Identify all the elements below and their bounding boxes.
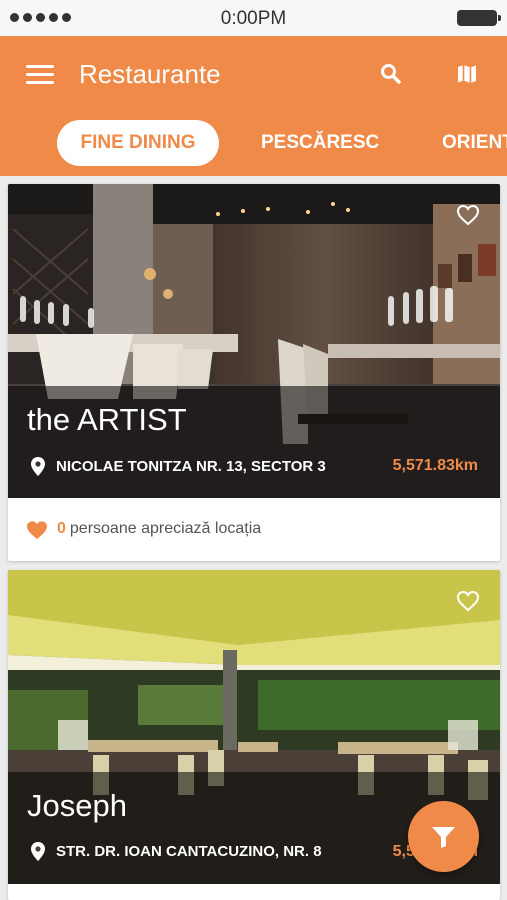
likes-label: persoane apreciază locația — [69, 520, 262, 537]
map-icon[interactable] — [455, 62, 479, 86]
favorite-heart-icon[interactable] — [456, 204, 480, 226]
menu-icon[interactable] — [26, 65, 54, 85]
restaurant-address: STR. DR. IOAN CANTACUZINO, NR. 8 — [56, 843, 322, 860]
app-bar: Restaurante FINE DINING PESCĂRESC ORIENT — [0, 36, 507, 176]
favorite-heart-icon[interactable] — [456, 590, 480, 612]
restaurant-address: NICOLAE TONITZA NR. 13, SECTOR 3 — [56, 458, 326, 475]
likes-count: 0 — [57, 520, 66, 537]
status-time: 0:00PM — [220, 8, 287, 29]
restaurant-name: Joseph — [27, 788, 127, 823]
restaurant-name: the ARTIST — [27, 402, 187, 437]
restaurant-card[interactable]: the ARTIST NICOLAE TONITZA NR. 13, SECTO… — [8, 184, 500, 561]
location-pin-icon — [31, 842, 45, 861]
filter-button[interactable] — [408, 801, 479, 872]
restaurant-distance: 5,571.83km — [392, 457, 478, 474]
tab-pescaresc[interactable]: PESCĂRESC — [261, 120, 379, 166]
page-title: Restaurante — [79, 59, 221, 89]
search-icon[interactable] — [379, 62, 403, 86]
category-tabs: FINE DINING PESCĂRESC ORIENT — [0, 120, 507, 166]
location-pin-icon — [31, 457, 45, 476]
status-bar: 0:00PM — [0, 0, 507, 36]
tab-oriental[interactable]: ORIENT — [442, 120, 507, 166]
likes-text: 0 persoane apreciază locația — [57, 520, 261, 538]
tab-fine-dining[interactable]: FINE DINING — [57, 120, 219, 166]
filter-icon — [432, 827, 455, 848]
likes-row: 0 persoane apreciază locația — [8, 498, 500, 561]
restaurant-photo: the ARTIST NICOLAE TONITZA NR. 13, SECTO… — [8, 184, 500, 498]
heart-icon[interactable] — [26, 520, 48, 540]
battery-icon — [457, 10, 501, 26]
